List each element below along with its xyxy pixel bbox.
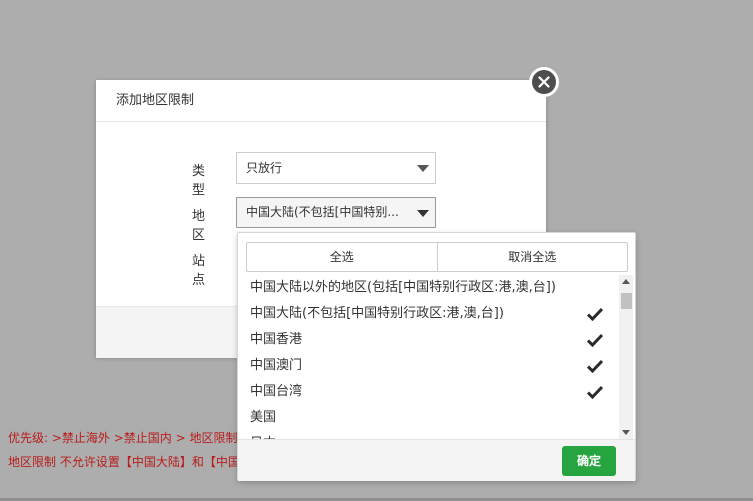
modal-title: 添加地区限制 — [96, 80, 546, 122]
region-label: 地区 — [192, 209, 206, 243]
region-option-label: 中国澳门 — [250, 358, 303, 373]
region-option-label: 中国台湾 — [250, 384, 303, 399]
region-option[interactable]: 中国香港 — [238, 327, 619, 353]
region-option[interactable]: 日本 — [238, 431, 619, 439]
caret-down-icon — [417, 165, 429, 172]
select-buttons-group: 全选 取消全选 — [246, 242, 628, 272]
check-icon — [587, 385, 603, 399]
deselect-all-button[interactable]: 取消全选 — [436, 243, 628, 271]
region-option-label: 中国香港 — [250, 332, 303, 347]
type-select[interactable]: 只放行 — [236, 152, 436, 184]
dropdown-footer: 确定 — [238, 439, 635, 481]
select-all-button[interactable]: 全选 — [247, 243, 437, 271]
region-option[interactable]: 中国台湾 — [238, 379, 619, 405]
region-option[interactable]: 美国 — [238, 405, 619, 431]
region-option[interactable]: 中国大陆(不包括[中国特别行政区:港,澳,台]) — [238, 301, 619, 327]
confirm-button[interactable]: 确定 — [562, 446, 616, 476]
region-dropdown: 全选 取消全选 中国大陆以外的地区(包括[中国特别行政区:港,澳,台]) 中国大陆… — [237, 232, 636, 481]
scroll-down-icon[interactable] — [622, 430, 630, 435]
region-restriction-note: 地区限制 不允许设置【中国大陆】和【中国 — [8, 455, 240, 469]
close-icon — [532, 70, 556, 94]
check-icon — [587, 333, 603, 347]
type-label: 类型 — [192, 164, 206, 198]
region-option-label: 中国大陆以外的地区(包括[中国特别行政区:港,澳,台]) — [250, 280, 556, 295]
region-option-label: 中国大陆(不包括[中国特别行政区:港,澳,台]) — [250, 306, 504, 321]
scrollbar[interactable] — [619, 275, 633, 439]
scrollbar-thumb[interactable] — [621, 293, 632, 309]
type-select-value: 只放行 — [246, 161, 283, 175]
region-select[interactable]: 中国大陆(不包括[中国特别... — [236, 197, 436, 228]
check-icon — [587, 307, 603, 321]
caret-down-icon — [417, 210, 429, 217]
region-select-value: 中国大陆(不包括[中国特别... — [246, 205, 399, 219]
region-option-label: 美国 — [250, 410, 277, 425]
region-option-list: 中国大陆以外的地区(包括[中国特别行政区:港,澳,台]) 中国大陆(不包括[中国特… — [238, 275, 619, 439]
scroll-up-icon[interactable] — [622, 279, 630, 284]
check-icon — [587, 359, 603, 373]
close-button[interactable] — [529, 67, 559, 97]
region-option[interactable]: 中国大陆以外的地区(包括[中国特别行政区:港,澳,台]) — [238, 275, 619, 301]
region-option[interactable]: 中国澳门 — [238, 353, 619, 379]
priority-note: 优先级: >禁止海外 >禁止国内 > 地区限制 , — [8, 431, 246, 445]
site-label: 站点 — [192, 254, 206, 288]
